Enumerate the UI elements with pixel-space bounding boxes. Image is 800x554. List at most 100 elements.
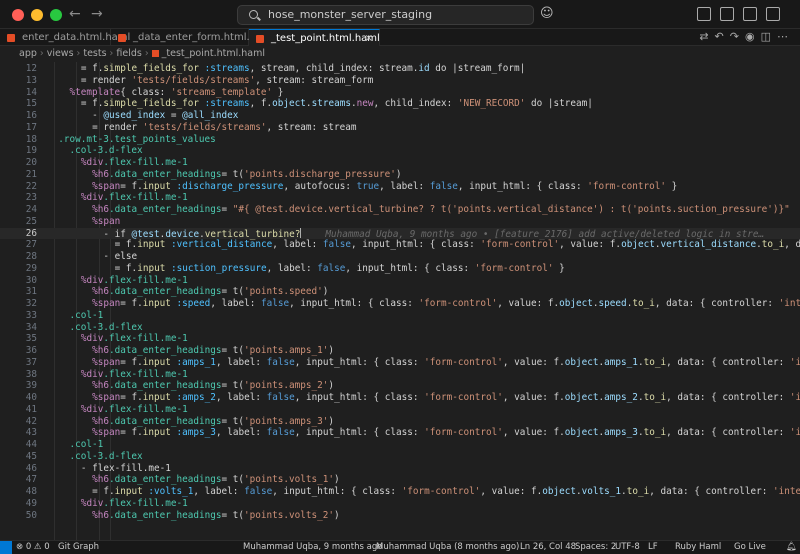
more-actions-icon[interactable]: ⋯ <box>777 30 794 43</box>
code-line[interactable]: 36 %h6.data_enter_headings= t('points.amp… <box>0 345 800 357</box>
code-token: , f. <box>249 98 273 110</box>
code-line[interactable]: 49 %div.flex-fill.me-1 <box>0 498 800 510</box>
code-token: %span <box>92 392 121 403</box>
toggle-sidebar-icon[interactable] <box>697 7 711 21</box>
git-blame-long[interactable]: Muhammad Uqba (8 months ago) <box>376 541 519 554</box>
code-token: , label: <box>272 239 323 251</box>
code-token: ) <box>395 168 402 180</box>
code-line[interactable]: 24 %h6.data_enter_headings= "#{ @test.dev… <box>0 204 800 216</box>
tab-data-enter-form[interactable]: _data_enter_form.html.haml <box>111 29 275 46</box>
code-line[interactable]: 21 %h6.data_enter_headings= t('points.dis… <box>0 169 800 181</box>
code-line[interactable]: 19 .col-3.d-flex <box>0 145 800 157</box>
code-line[interactable]: 16 - @used_index = @all_index <box>0 110 800 122</box>
toggle-panel-icon[interactable] <box>720 7 734 21</box>
code-line[interactable]: 38 %div.flex-fill.me-1 <box>0 369 800 381</box>
code-token: , input_html: { class: <box>457 180 588 192</box>
cursor-position[interactable]: Ln 26, Col 48 <box>520 541 576 554</box>
code-line[interactable]: 28 - else <box>0 251 800 263</box>
line-number: 29 <box>25 262 37 274</box>
code-line[interactable]: 50 %h6.data_enter_headings= t('points.vol… <box>0 510 800 522</box>
code-line[interactable]: 32 %span= f.input :speed, label: false, i… <box>0 298 800 310</box>
customize-layout-icon[interactable] <box>766 7 780 21</box>
code-line[interactable]: 46 - flex-fill.me-1 <box>0 463 800 475</box>
git-graph-button[interactable]: Git Graph <box>58 541 99 554</box>
code-line[interactable]: 17 = render 'tests/fields/streams', strea… <box>0 122 800 134</box>
open-changes-icon[interactable]: ◉ <box>745 30 761 43</box>
cursor-position-label: Ln 26, Col 48 <box>520 542 577 552</box>
code-editor[interactable]: 12 = f.simple_fields_for :streams, stream… <box>0 62 800 540</box>
code-line[interactable]: 42 %h6.data_enter_headings= t('points.amp… <box>0 416 800 428</box>
close-icon[interactable]: × <box>365 30 373 47</box>
close-window-button[interactable] <box>12 9 24 21</box>
code-token: object <box>559 298 593 309</box>
indentation[interactable]: Spaces: 2 <box>575 541 616 554</box>
language-mode[interactable]: Ruby Haml <box>675 541 721 554</box>
code-line[interactable]: 39 %h6.data_enter_headings= t('points.amp… <box>0 380 800 392</box>
go-back-icon[interactable]: ↶ <box>715 30 730 43</box>
line-number: 19 <box>25 145 37 157</box>
forward-arrow-icon[interactable]: → <box>91 6 103 22</box>
breadcrumb-item[interactable]: fields <box>116 48 141 59</box>
code-line[interactable]: 48 = f.input :volts_1, label: false, inpu… <box>0 486 800 498</box>
code-line[interactable]: 45 .col-3.d-flex <box>0 451 800 463</box>
code-line[interactable]: 43 %span= f.input :amps_3, label: false, … <box>0 427 800 439</box>
code-line[interactable]: 22 %span= f.input :discharge_pressure, au… <box>0 181 800 193</box>
code-line[interactable]: 20 %div.flex-fill.me-1 <box>0 157 800 169</box>
code-line[interactable]: 41 %div.flex-fill.me-1 <box>0 404 800 416</box>
code-line[interactable]: 30 %div.flex-fill.me-1 <box>0 275 800 287</box>
breadcrumb-item[interactable]: app <box>19 48 37 59</box>
code-line[interactable]: 37 %span= f.input :amps_1, label: false, … <box>0 357 800 369</box>
code-line[interactable]: 29 = f.input :suction_pressure, label: fa… <box>0 263 800 275</box>
tab-label: _test_point.html.haml <box>271 33 380 44</box>
maximize-window-button[interactable] <box>50 9 62 21</box>
breadcrumb-item[interactable]: _test_point.html.haml <box>162 48 265 59</box>
code-text: %div.flex-fill.me-1 <box>81 275 188 287</box>
code-line[interactable]: 18 .row.mt-3.test_points_values <box>0 134 800 146</box>
toggle-secondary-sidebar-icon[interactable] <box>743 7 757 21</box>
code-token: , autofocus: <box>283 180 357 192</box>
code-token: 'form-control' <box>401 486 481 497</box>
notifications-icon[interactable]: 🔔︎ <box>786 541 797 554</box>
command-center-search[interactable]: hose_monster_server_staging <box>237 5 534 25</box>
code-line[interactable]: 13 = render 'tests/fields/streams', strea… <box>0 75 800 87</box>
source-control-icon[interactable]: ⇄ <box>699 30 714 43</box>
code-line[interactable]: 15 = f.simple_fields_for :streams, f.obje… <box>0 98 800 110</box>
breadcrumb-item[interactable]: views <box>47 48 74 59</box>
minimize-window-button[interactable] <box>31 9 43 21</box>
code-line[interactable]: 14 %template{ class: 'streams_template' } <box>0 87 800 99</box>
breadcrumb-item[interactable]: tests <box>83 48 106 59</box>
remote-indicator[interactable] <box>0 541 12 554</box>
copilot-icon[interactable]: ☺ <box>540 6 554 21</box>
code-line[interactable]: 47 %h6.data_enter_headings= t('points.vol… <box>0 474 800 486</box>
problems-icon[interactable]: ⊗ 0 ⚠ 0 <box>16 541 50 554</box>
tab-test-point[interactable]: _test_point.html.haml × <box>249 29 380 46</box>
back-arrow-icon[interactable]: ← <box>69 6 81 22</box>
code-line[interactable]: 26- if @test.device.vertical_turbine? Muh… <box>0 227 800 240</box>
code-line[interactable]: 40 %span= f.input :amps_2, label: false, … <box>0 392 800 404</box>
code-line[interactable]: 34 .col-3.d-flex <box>0 322 800 334</box>
tab-enter-data[interactable]: enter_data.html.haml <box>0 29 130 46</box>
code-token: %h6 <box>92 345 109 356</box>
go-live-button[interactable]: Go Live <box>734 541 766 554</box>
line-ending[interactable]: LF <box>648 541 658 554</box>
code-text: %div.flex-fill.me-1 <box>81 157 188 169</box>
breadcrumb: app › views › tests › fields › _test_point.html.… <box>0 46 800 62</box>
code-line[interactable]: 33 .col-1 <box>0 310 800 322</box>
code-token: , stream: stream_form <box>255 74 374 86</box>
code-line[interactable]: 27 = f.input :vertical_distance, label: f… <box>0 239 800 251</box>
encoding[interactable]: UTF-8 <box>615 541 640 554</box>
code-token: = <box>221 204 233 215</box>
code-text: %h6.data_enter_headings= t('points.amps_… <box>92 416 334 428</box>
code-line[interactable]: 25 %span <box>0 216 800 228</box>
code-token: , value: f. <box>480 486 543 497</box>
code-token: , input_html: { class: <box>294 427 425 439</box>
code-line[interactable]: 23 %div.flex-fill.me-1 <box>0 192 800 204</box>
go-forward-icon[interactable]: ↷ <box>730 30 745 43</box>
git-blame-short[interactable]: Muhammad Uqba, 9 months ago <box>243 541 382 554</box>
code-line[interactable]: 35 %div.flex-fill.me-1 <box>0 333 800 345</box>
split-editor-icon[interactable]: ◫ <box>761 30 777 43</box>
code-line[interactable]: 44 .col-1 <box>0 439 800 451</box>
code-line[interactable]: 12 = f.simple_fields_for :streams, stream… <box>0 63 800 75</box>
code-token: false <box>266 427 295 439</box>
code-line[interactable]: 31 %h6.data_enter_headings= t('points.spe… <box>0 286 800 298</box>
